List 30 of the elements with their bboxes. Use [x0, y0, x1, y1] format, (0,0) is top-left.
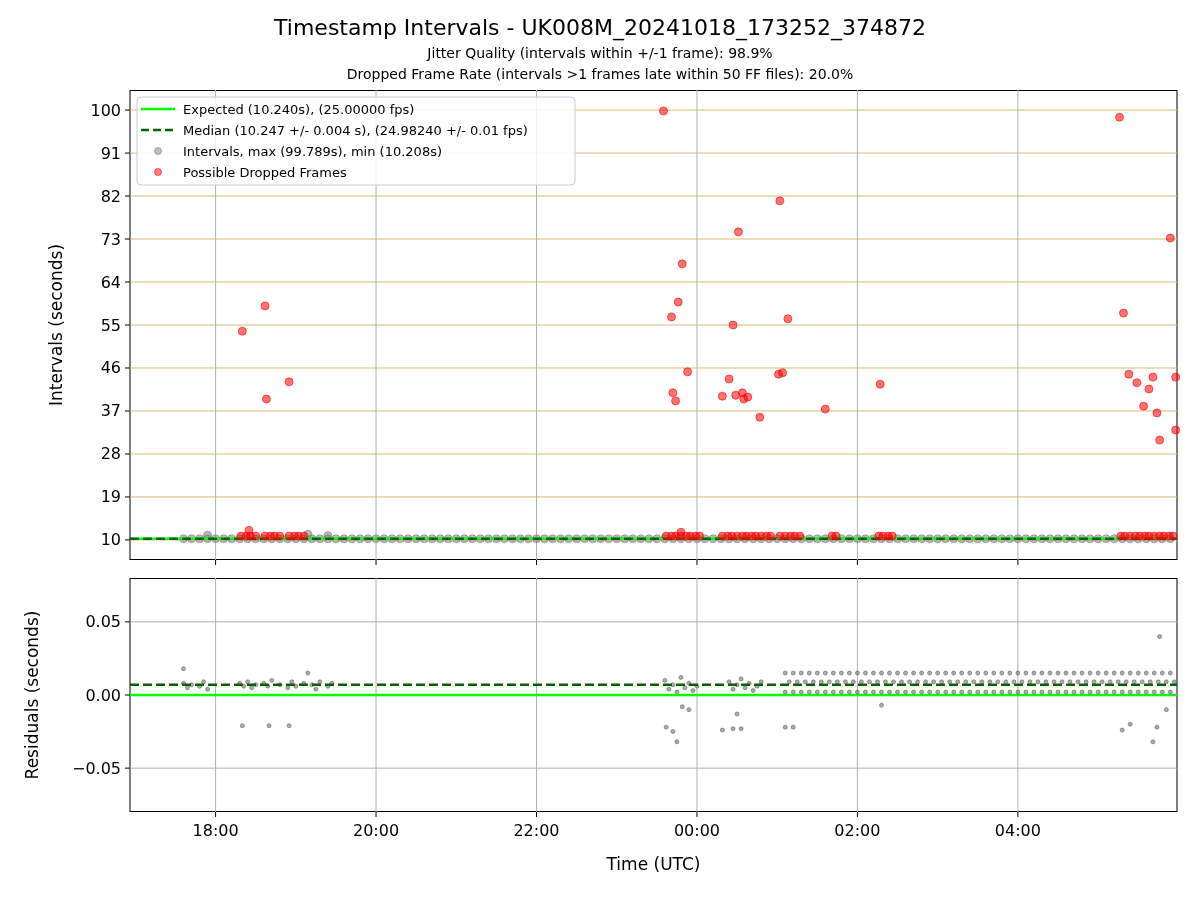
x-tick-label: 02:00: [834, 821, 881, 840]
y-tick-label: 28: [100, 444, 121, 464]
y-tick-label: 91: [100, 143, 121, 163]
chart-subtitle: Jitter Quality (intervals within +/-1 frame): 98.9%: [427, 44, 773, 63]
y-axis-label: Residuals (seconds): [22, 610, 42, 780]
y-tick-label: 10: [100, 530, 121, 550]
y-tick-label: 55: [100, 315, 121, 335]
y-axis-label: Intervals (seconds): [46, 243, 66, 407]
x-tick-label: 20:00: [353, 821, 400, 840]
legend-label: Intervals, max (99.789s), min (10.208s): [183, 143, 442, 159]
legend-label: Median (10.247 +/- 0.004 s), (24.98240 +/- 0.01 fps): [183, 122, 528, 138]
y-tick-label: 82: [100, 186, 121, 206]
x-axis-label: Time (UTC): [606, 854, 701, 874]
x-tick-label: 00:00: [673, 821, 720, 840]
y-tick-label: 19: [100, 487, 121, 507]
legend-label: Possible Dropped Frames: [183, 164, 347, 180]
x-tick-label: 22:00: [513, 821, 560, 840]
chart-title: Timestamp Intervals - UK008M_20241018_173252_374872: [274, 14, 926, 43]
y-tick-label: 100: [90, 100, 121, 120]
x-tick-label: 04:00: [994, 821, 1041, 840]
y-tick-label: 37: [100, 401, 121, 421]
x-tick-label: 18:00: [192, 821, 239, 840]
y-tick-label: 0.00: [85, 685, 121, 705]
legend-label: Expected (10.240s), (25.00000 fps): [183, 101, 415, 117]
chart-subtitle: Dropped Frame Rate (intervals >1 frames late within 50 FF files): 20.0%: [346, 65, 854, 84]
y-tick-label: −0.05: [71, 758, 121, 778]
y-tick-label: 73: [100, 229, 121, 249]
y-tick-label: 64: [100, 272, 121, 292]
y-tick-label: 0.05: [85, 612, 121, 632]
y-tick-label: 46: [100, 358, 121, 378]
